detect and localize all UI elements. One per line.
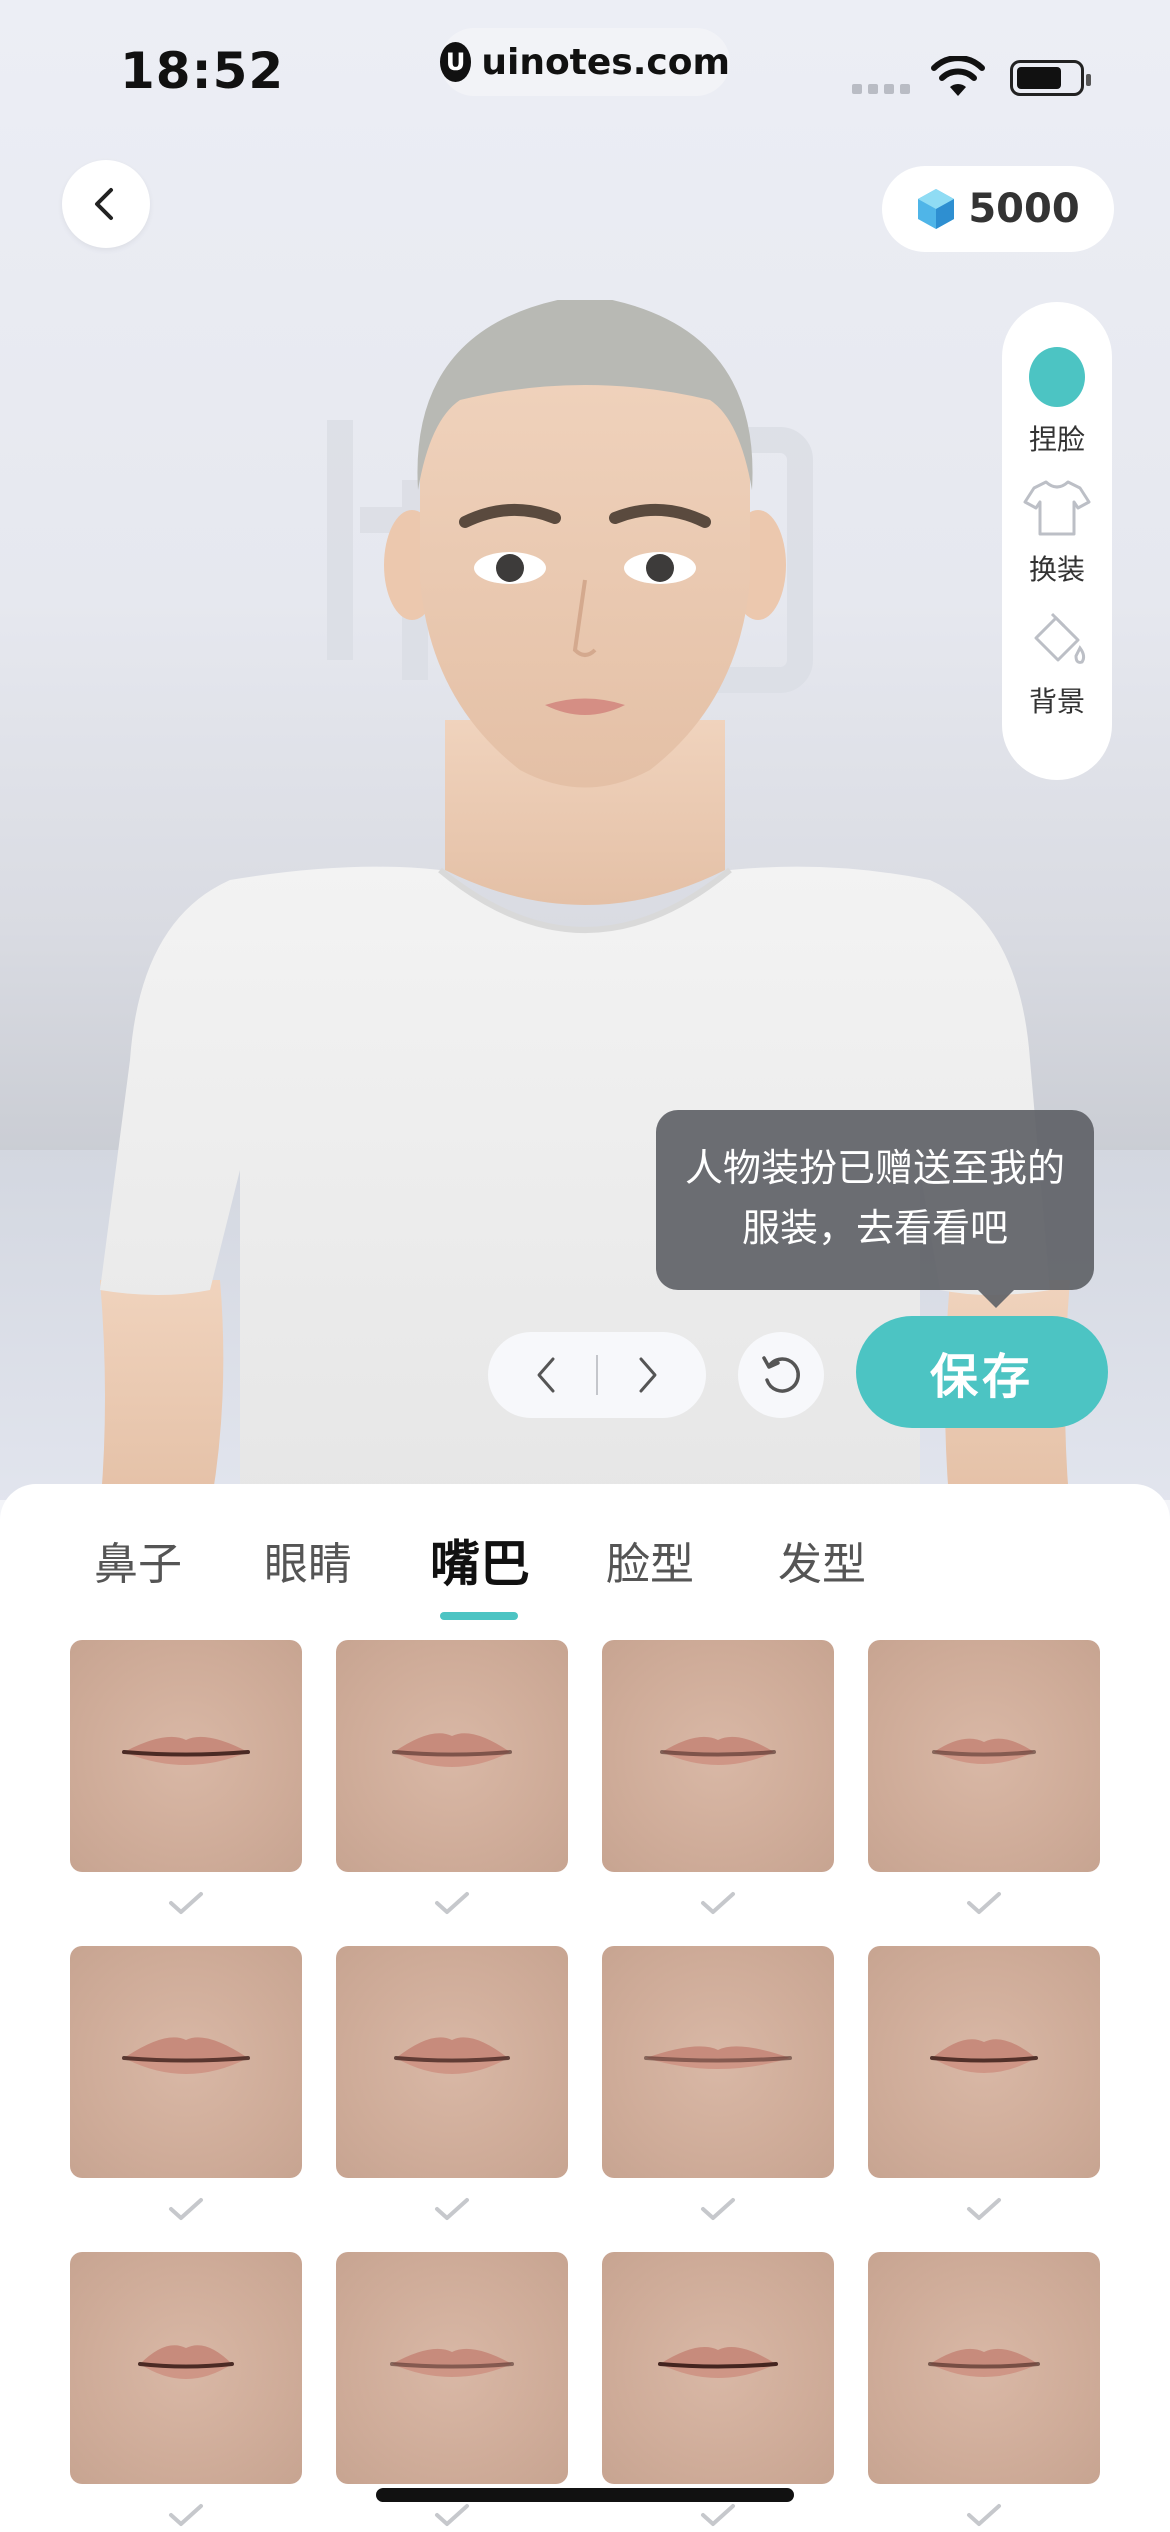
lips-image	[122, 1736, 250, 1765]
mouth-option[interactable]	[336, 1946, 568, 2222]
mouth-thumbnail	[70, 1640, 302, 1872]
check-icon	[70, 2196, 302, 2222]
mouth-thumbnail	[70, 1946, 302, 2178]
chevron-left-icon	[95, 188, 113, 220]
tooltip-line-2: 服装，去看看吧	[741, 1206, 1008, 1250]
gem-balance[interactable]: 5000	[882, 166, 1114, 252]
wifi-icon	[931, 56, 985, 96]
check-icon	[70, 1890, 302, 1916]
check-icon	[868, 2196, 1100, 2222]
check-icon	[868, 2502, 1100, 2528]
mouth-thumbnail	[868, 1946, 1100, 2178]
mouth-option[interactable]	[868, 2252, 1100, 2528]
check-icon	[336, 2502, 568, 2528]
mouth-option[interactable]	[602, 2252, 834, 2528]
customize-panel: 鼻子 眼睛 嘴巴 脸型 发型	[0, 1484, 1170, 2532]
check-icon	[602, 1890, 834, 1916]
check-icon	[70, 2502, 302, 2528]
mouth-thumbnail	[602, 2252, 834, 2484]
mouth-option[interactable]	[336, 2252, 568, 2528]
lips-image	[390, 2348, 514, 2377]
lips-image	[392, 1733, 512, 1767]
feature-tabs: 鼻子 眼睛 嘴巴 脸型 发型	[0, 1528, 1170, 1628]
lips-image	[930, 2039, 1038, 2073]
mouth-thumbnail	[336, 1946, 568, 2178]
lips-image	[660, 1736, 776, 1765]
mouth-option[interactable]	[602, 1946, 834, 2222]
check-icon	[336, 1890, 568, 1916]
avatar-stage: 18:52 U uinotes.com 5000 捏脸 换装 背景 人物装扮已赠…	[0, 0, 1170, 1500]
site-logo-icon: U	[440, 42, 472, 82]
chevron-right-icon[interactable]	[633, 1353, 663, 1397]
cellular-signal-icon	[852, 84, 910, 94]
check-icon	[868, 1890, 1100, 1916]
reset-button[interactable]	[738, 1332, 824, 1418]
save-button[interactable]: 保存	[856, 1316, 1108, 1428]
mouth-option[interactable]	[70, 1946, 302, 2222]
tab-mouth[interactable]: 嘴巴	[430, 1524, 530, 1596]
check-icon	[336, 2196, 568, 2222]
tooltip-line-1: 人物装扮已赠送至我的	[684, 1146, 1065, 1190]
mouth-option[interactable]	[70, 2252, 302, 2528]
tab-hairstyle[interactable]: 发型	[778, 1528, 866, 1592]
mouth-thumbnail	[868, 2252, 1100, 2484]
tab-face-shape[interactable]: 脸型	[606, 1528, 694, 1592]
mouth-thumbnail	[602, 1640, 834, 1872]
gem-icon	[918, 189, 955, 229]
tab-eyes[interactable]: 眼睛	[264, 1528, 352, 1592]
lips-image	[138, 2345, 234, 2379]
back-button[interactable]	[62, 160, 150, 248]
lips-image	[932, 1738, 1036, 1764]
history-controls	[488, 1332, 706, 1418]
lips-image	[928, 2348, 1040, 2377]
mouth-option[interactable]	[602, 1640, 834, 1916]
lips-image	[644, 2046, 792, 2069]
lips-image	[394, 2037, 510, 2074]
check-icon	[602, 2502, 834, 2528]
url-pill[interactable]: U uinotes.com	[440, 28, 730, 96]
mouth-option[interactable]	[868, 1640, 1100, 1916]
mouth-thumbnail	[336, 2252, 568, 2484]
tab-nose[interactable]: 鼻子	[94, 1528, 182, 1592]
gem-count: 5000	[968, 186, 1080, 232]
gift-tooltip[interactable]: 人物装扮已赠送至我的 服装，去看看吧	[656, 1110, 1094, 1308]
mouth-thumbnail	[602, 1946, 834, 2178]
status-time: 18:52	[120, 42, 285, 100]
mouth-option[interactable]	[70, 1640, 302, 1916]
battery-icon	[1010, 60, 1091, 96]
mouth-thumbnail	[336, 1640, 568, 1872]
chevron-left-icon[interactable]	[531, 1353, 561, 1397]
mouth-option[interactable]	[868, 1946, 1100, 2222]
mouth-thumbnail	[868, 1640, 1100, 1872]
mouth-thumbnail	[70, 2252, 302, 2484]
lips-image	[122, 2037, 250, 2074]
home-indicator	[376, 2488, 794, 2502]
active-tab-indicator	[440, 1612, 518, 1620]
check-icon	[602, 2196, 834, 2222]
reset-icon	[762, 1356, 800, 1393]
divider	[595, 1355, 598, 1395]
mouth-option[interactable]	[336, 1640, 568, 1916]
url-text: uinotes.com	[481, 41, 730, 83]
lips-image	[658, 2347, 778, 2378]
